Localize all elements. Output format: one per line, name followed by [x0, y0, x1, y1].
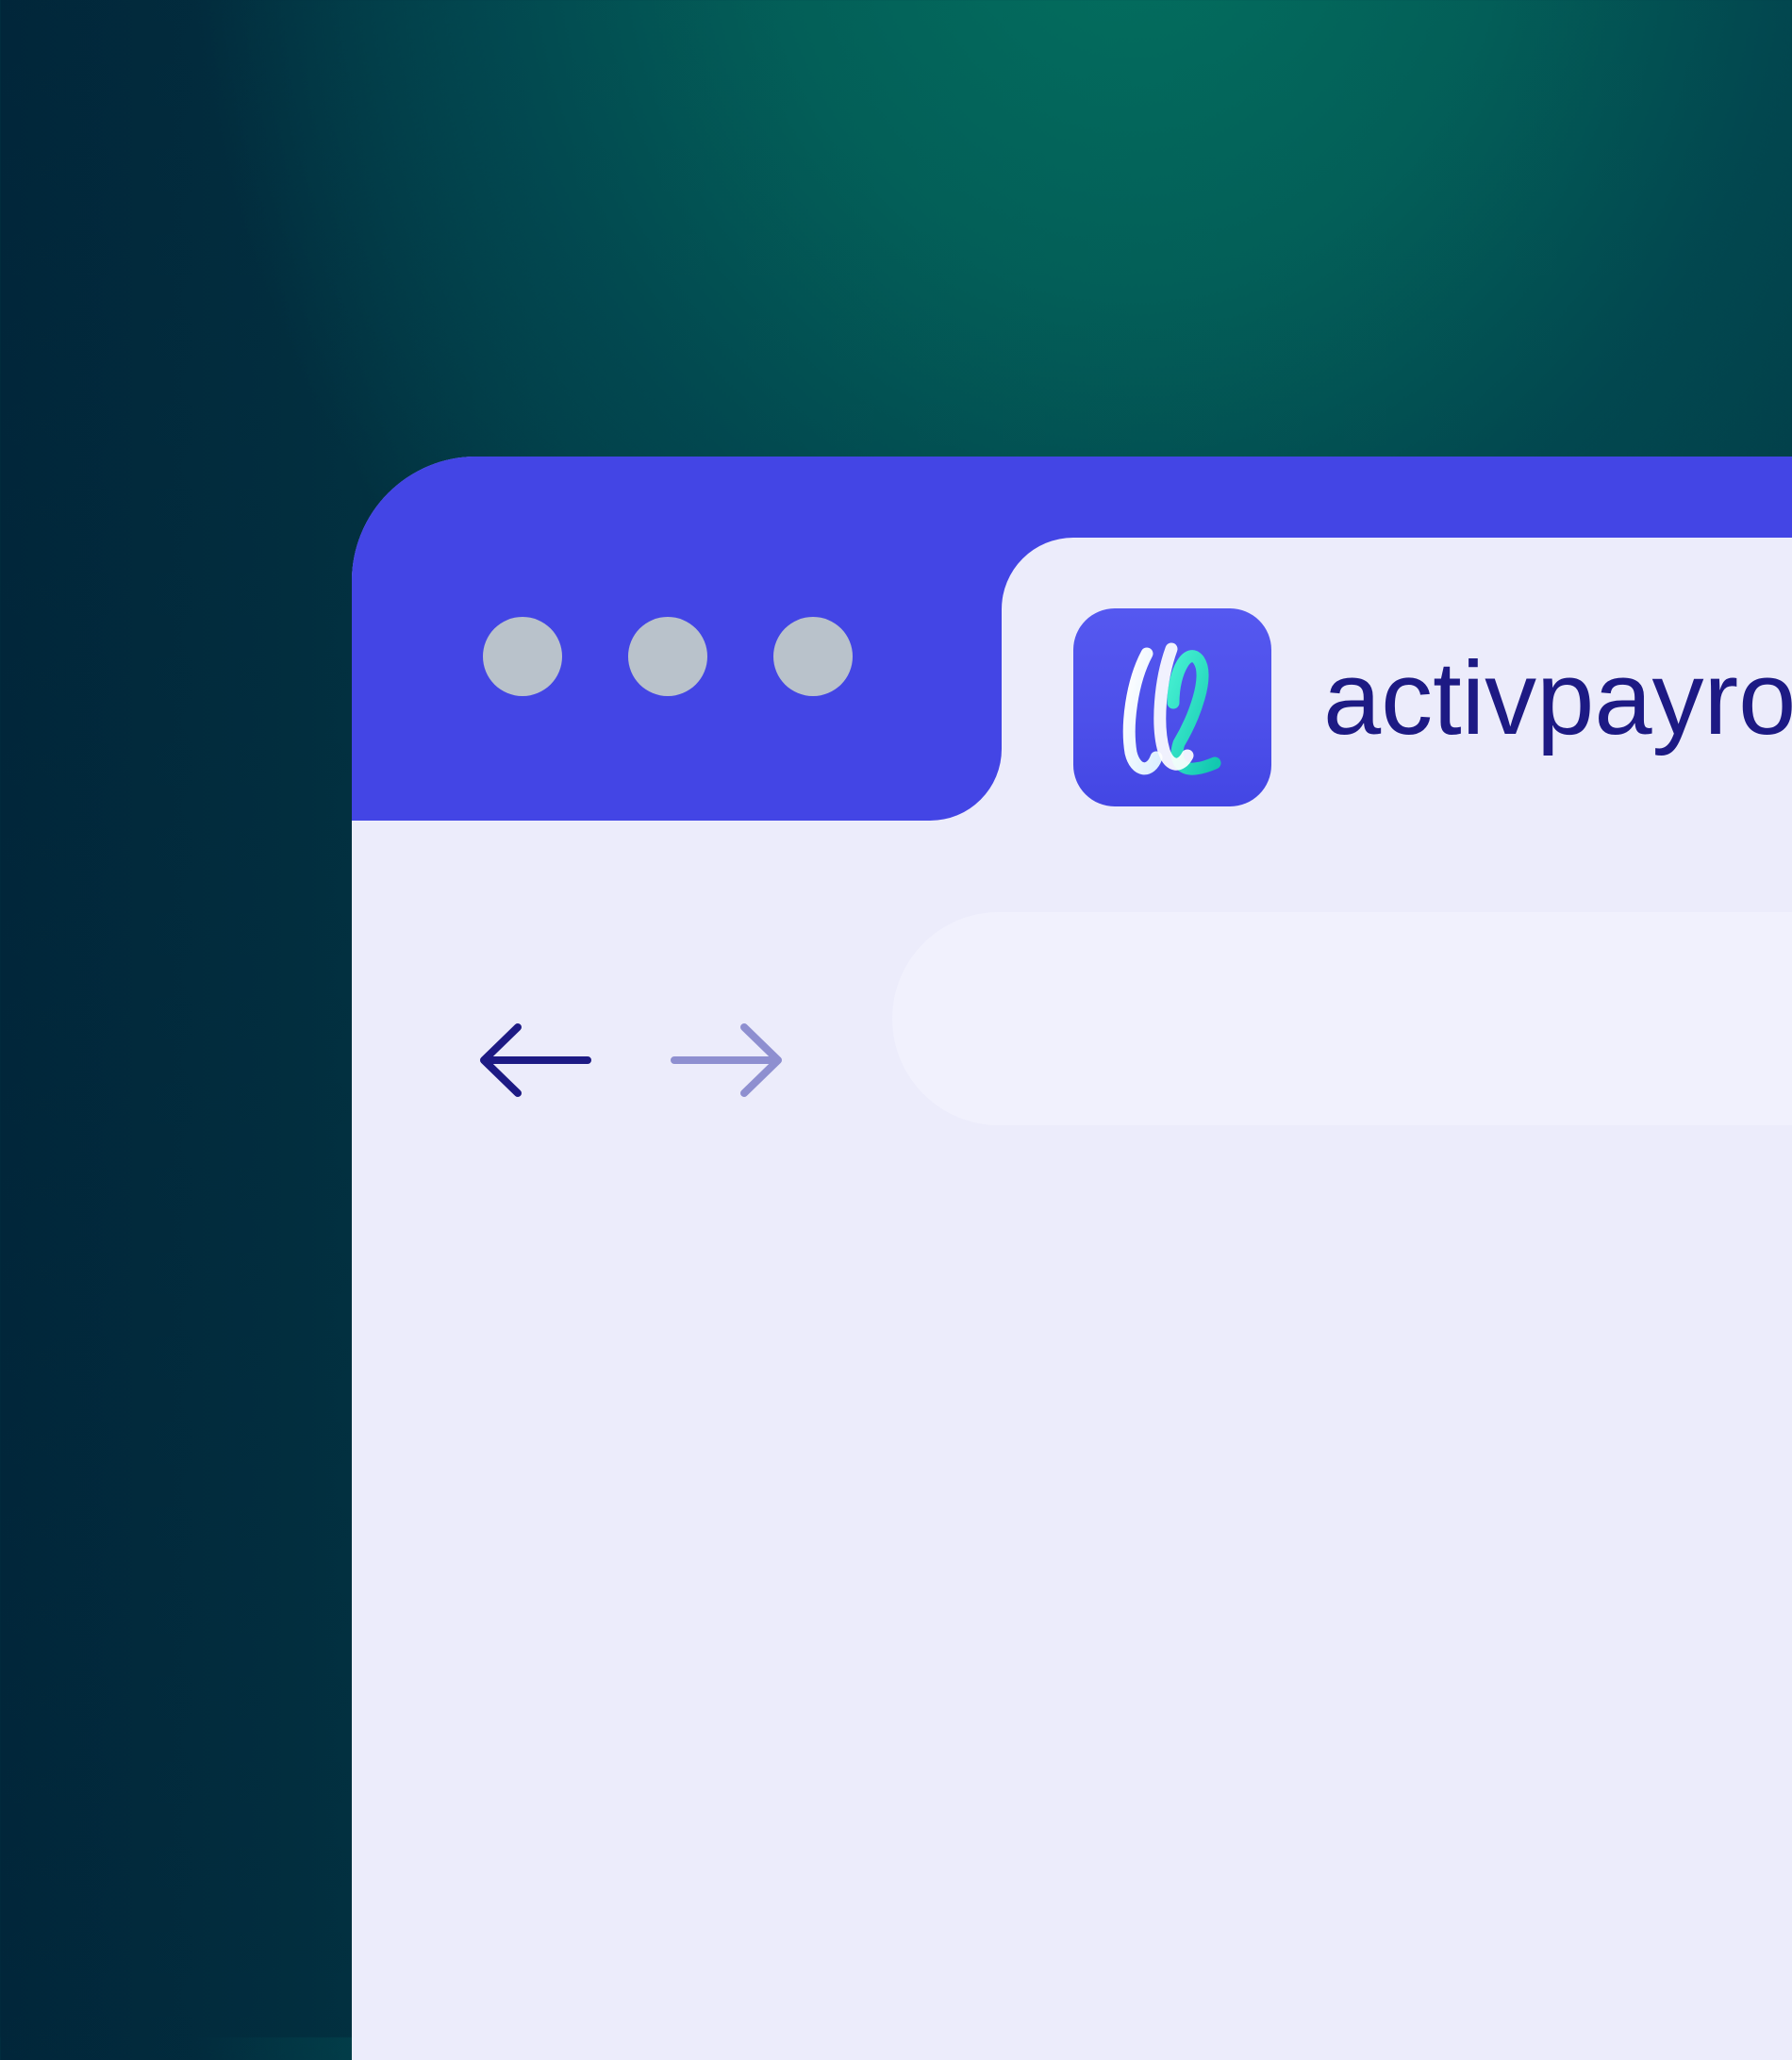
browser-window: activpayroll — [352, 457, 1792, 2060]
tab-title: activpayroll — [1323, 640, 1792, 756]
activpayroll-logo-icon — [1073, 608, 1271, 806]
arrow-left-icon — [480, 1023, 591, 1097]
address-bar[interactable] — [892, 912, 1792, 1125]
forward-button[interactable] — [659, 994, 791, 1126]
window-close-button[interactable] — [483, 617, 562, 696]
browser-tab[interactable]: activpayroll — [1002, 538, 1792, 821]
window-maximize-button[interactable] — [773, 617, 853, 696]
arrow-right-icon — [671, 1023, 782, 1097]
window-minimize-button[interactable] — [628, 617, 707, 696]
titlebar-control-area — [352, 457, 1002, 821]
back-button[interactable] — [471, 994, 603, 1126]
